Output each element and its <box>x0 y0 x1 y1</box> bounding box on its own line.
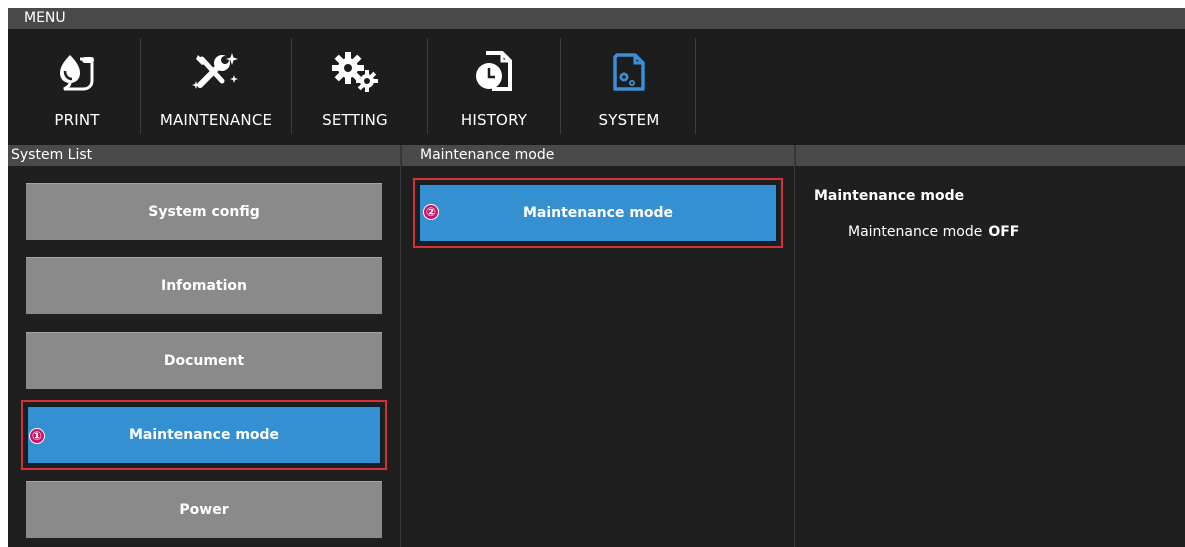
system-list-title: System List <box>11 147 93 163</box>
detail-header <box>795 145 1185 166</box>
app-window: MENU PRINT MAINTENANCE SETTING HISTORY S… <box>8 8 1185 547</box>
step2-badge: ② <box>423 204 439 220</box>
detail-row-label: Maintenance mode <box>848 224 983 240</box>
panel-divider <box>400 145 401 547</box>
toolbar-print-button[interactable]: PRINT <box>37 29 117 145</box>
detail-title: Maintenance mode <box>814 188 965 204</box>
power-label: Power <box>179 502 229 518</box>
menu-title-bar: MENU <box>8 8 1185 29</box>
document-label: Document <box>163 353 245 369</box>
print-icon <box>52 47 102 97</box>
step1-badge: ① <box>29 428 45 444</box>
maintenance-tools-icon <box>191 47 241 97</box>
maintenance-mode-submenu-button[interactable]: Maintenance mode <box>418 183 778 243</box>
submenu-header: Maintenance mode <box>401 145 795 166</box>
detail-row: Maintenance mode OFF <box>848 224 1019 240</box>
toolbar-divider <box>427 38 428 134</box>
maintenance-mode-list-label: Maintenance mode <box>128 427 280 443</box>
toolbar-setting-button[interactable]: SETTING <box>300 29 410 145</box>
history-clock-icon <box>469 47 519 97</box>
system-doc-gears-icon <box>604 47 654 97</box>
toolbar-system-label: SYSTEM <box>598 111 660 129</box>
information-button[interactable]: Infomation <box>26 257 382 314</box>
system-config-button[interactable]: System config <box>26 183 382 240</box>
toolbar-divider <box>560 38 561 134</box>
toolbar-history-button[interactable]: HISTORY <box>439 29 549 145</box>
main-toolbar: PRINT MAINTENANCE SETTING HISTORY SYSTEM <box>8 29 1185 145</box>
toolbar-history-label: HISTORY <box>460 111 528 129</box>
gears-icon <box>330 47 380 97</box>
toolbar-system-button[interactable]: SYSTEM <box>570 29 688 145</box>
toolbar-divider <box>291 38 292 134</box>
toolbar-divider <box>695 38 696 134</box>
information-label: Infomation <box>161 278 247 294</box>
toolbar-maintenance-label: MAINTENANCE <box>159 111 273 129</box>
maintenance-mode-submenu-label: Maintenance mode <box>522 205 674 221</box>
toolbar-print-label: PRINT <box>54 111 100 129</box>
menu-title: MENU <box>24 10 66 26</box>
maintenance-mode-list-button[interactable]: Maintenance mode <box>26 405 382 465</box>
power-button[interactable]: Power <box>26 481 382 538</box>
system-config-label: System config <box>148 204 260 220</box>
document-button[interactable]: Document <box>26 332 382 389</box>
maintenance-mode-status: OFF <box>988 224 1020 240</box>
toolbar-maintenance-button[interactable]: MAINTENANCE <box>150 29 282 145</box>
toolbar-divider <box>140 38 141 134</box>
system-list-header: System List <box>8 145 400 166</box>
toolbar-setting-label: SETTING <box>322 111 388 129</box>
submenu-title: Maintenance mode <box>420 147 555 163</box>
panel-divider <box>794 145 795 547</box>
